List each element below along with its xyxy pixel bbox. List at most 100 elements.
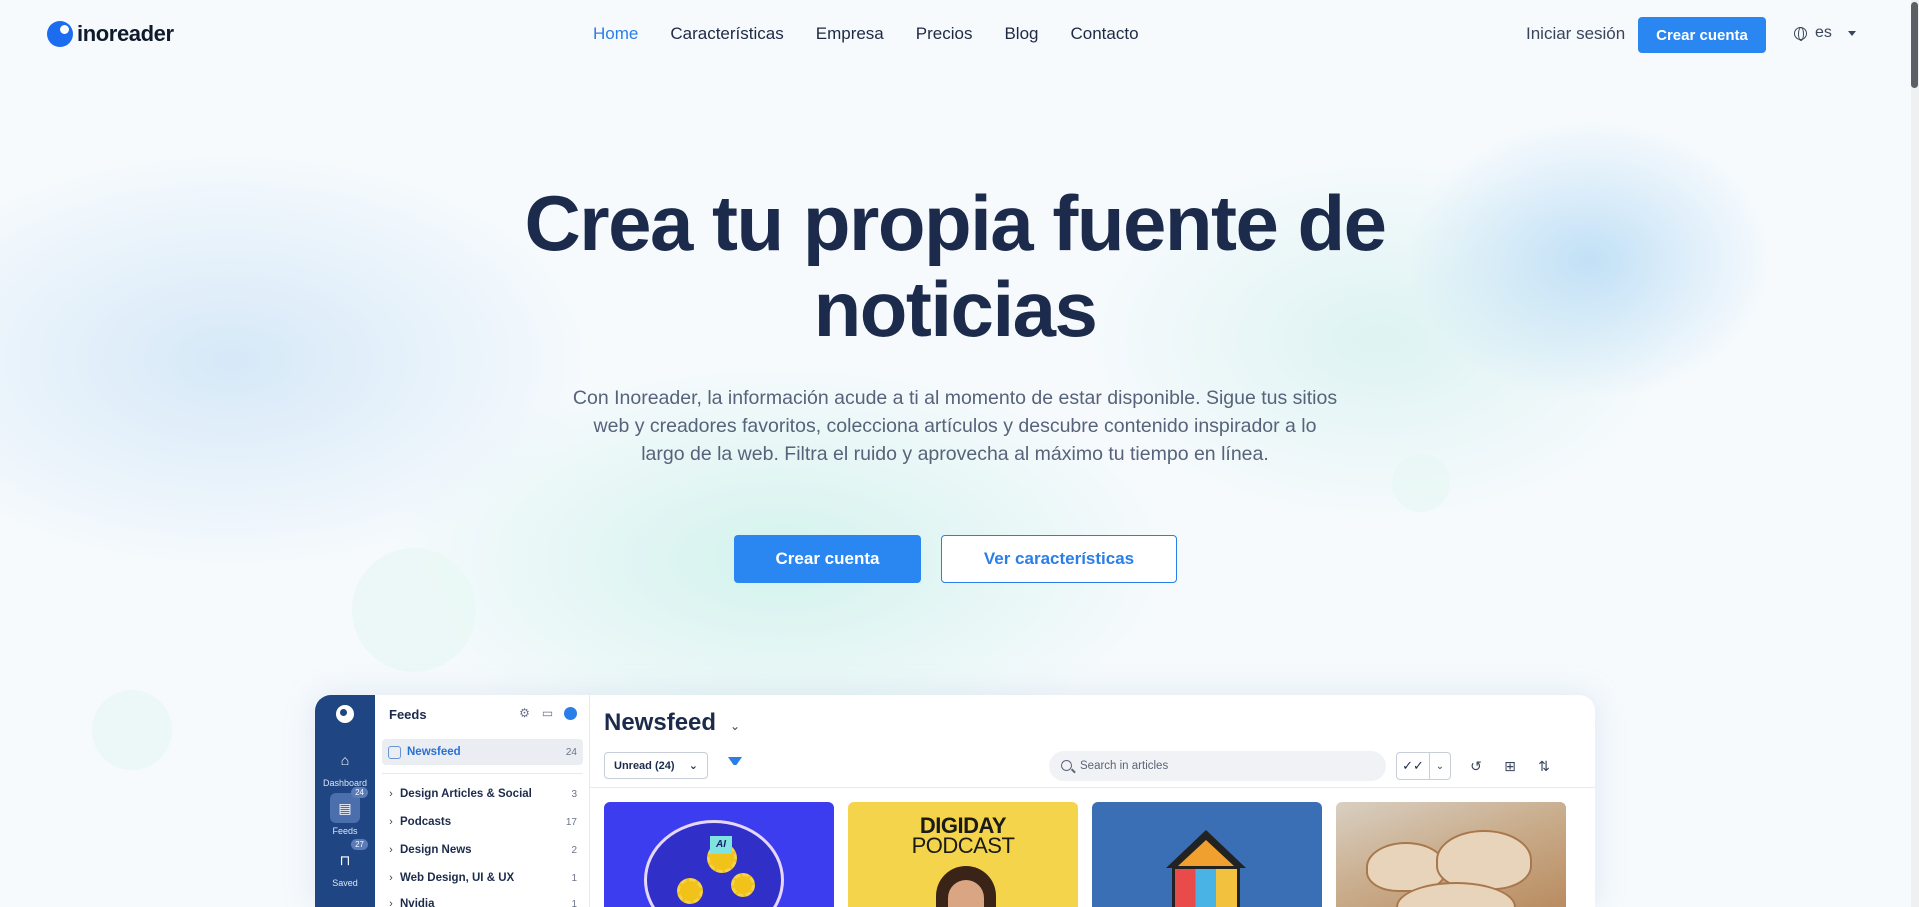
decorative-bubble: [1392, 454, 1450, 512]
search-placeholder: Search in articles: [1080, 760, 1169, 772]
folder-item[interactable]: › Nvidia 1: [382, 891, 583, 907]
folder-item[interactable]: › Design Articles & Social 3: [382, 781, 583, 807]
scrollbar-thumb[interactable]: [1911, 2, 1918, 88]
layout-grid-icon[interactable]: ⊞: [1501, 757, 1519, 775]
folder-name: Design News: [400, 844, 472, 856]
folder-count: 17: [565, 816, 577, 828]
chevron-right-icon[interactable]: ›: [382, 844, 400, 856]
nav-pricing[interactable]: Precios: [916, 24, 973, 44]
mark-read-button[interactable]: ✓✓ ⌄: [1396, 752, 1451, 780]
chevron-right-icon[interactable]: ›: [382, 816, 400, 828]
chevron-down-icon[interactable]: ⌄: [1430, 753, 1450, 779]
folder-count: 1: [571, 872, 577, 884]
folder-name: Podcasts: [400, 816, 452, 828]
hero-subtitle: Con Inoreader, la información acude a ti…: [572, 387, 1338, 465]
nav-blog[interactable]: Blog: [1004, 24, 1038, 44]
double-check-icon[interactable]: ✓✓: [1397, 753, 1430, 779]
hero-title: Crea tu propia fuente de noticias: [524, 179, 1387, 353]
chevron-down-icon[interactable]: ⌄: [730, 719, 740, 733]
newsfeed-icon: [388, 745, 401, 759]
folder-item[interactable]: › Design News 2: [382, 837, 583, 863]
nav-company[interactable]: Empresa: [816, 24, 884, 44]
article-card[interactable]: [1092, 802, 1322, 907]
ai-chip-label: AI: [710, 836, 732, 854]
menu-icon[interactable]: [564, 707, 577, 720]
saved-badge: 27: [351, 839, 368, 850]
logo[interactable]: inoreader: [47, 21, 174, 47]
article-search-input[interactable]: Search in articles: [1049, 751, 1386, 781]
decorative-bubble: [92, 690, 172, 770]
article-card[interactable]: [1336, 802, 1566, 907]
site-header: inoreader Home Características Empresa P…: [0, 0, 1911, 70]
ai-brain-illustration: [644, 820, 784, 907]
divider: [382, 773, 583, 774]
roof-shape: [1166, 830, 1246, 868]
folder-name: Web Design, UI & UX: [400, 872, 515, 884]
folder-add-icon[interactable]: ▭: [541, 707, 554, 720]
rail-item-saved[interactable]: ⊓ 27 Saved: [315, 839, 375, 888]
chevron-right-icon[interactable]: ›: [382, 872, 400, 884]
gear-icon: [731, 873, 755, 897]
hero-signup-button[interactable]: Crear cuenta: [734, 535, 921, 583]
feed-item-newsfeed[interactable]: Newsfeed 24: [382, 739, 583, 765]
feeds-title: Feeds: [389, 707, 427, 722]
rail-item-dashboard[interactable]: ⌂ Dashboard: [315, 745, 375, 788]
architecture-shape: [1436, 830, 1532, 890]
app-logo-icon: [336, 705, 354, 723]
language-label: es: [1815, 24, 1832, 41]
nav-home[interactable]: Home: [593, 24, 638, 44]
unread-filter-label: Unread (24): [614, 759, 675, 772]
app-sidebar-rail: ⌂ Dashboard ▤ 24 Feeds ⊓ 27 Saved: [315, 695, 375, 907]
article-card[interactable]: AI: [604, 802, 834, 907]
folder-name: Design Articles & Social: [400, 788, 532, 800]
folder-item[interactable]: › Web Design, UI & UX 1: [382, 865, 583, 891]
nav-contact[interactable]: Contacto: [1070, 24, 1138, 44]
main-nav: Home Características Empresa Precios Blo…: [593, 24, 1139, 44]
logo-icon: [47, 21, 73, 47]
chevron-right-icon[interactable]: ›: [382, 898, 400, 907]
podcast-host-photo: [936, 866, 996, 907]
article-card[interactable]: DIGIDAY PODCAST: [848, 802, 1078, 907]
chevron-down-icon: [1847, 30, 1856, 36]
divider: [590, 787, 1595, 788]
newsfeed-title[interactable]: Newsfeed: [604, 709, 716, 737]
language-selector[interactable]: es: [1794, 24, 1856, 42]
signin-link[interactable]: Iniciar sesión: [1526, 24, 1625, 44]
folder-name: Nvidia: [400, 898, 435, 907]
article-list: Newsfeed ⌄ Unread (24) ⌄ Search in artic…: [590, 695, 1595, 907]
chevron-right-icon[interactable]: ›: [382, 788, 400, 800]
feed-count: 24: [565, 746, 577, 758]
folder-item[interactable]: › Podcasts 17: [382, 809, 583, 835]
folder-count: 1: [571, 898, 577, 907]
app-preview: ⌂ Dashboard ▤ 24 Feeds ⊓ 27 Saved Feeds ⚙ …: [315, 695, 1595, 907]
filter-icon[interactable]: [728, 757, 742, 772]
podcast-subtitle: PODCAST: [911, 833, 1015, 858]
feeds-icon: ▤ 24: [330, 787, 368, 823]
logo-text: inoreader: [77, 21, 174, 46]
search-icon: [1061, 760, 1072, 771]
puzzle-house-illustration: [1160, 830, 1252, 907]
folder-count: 2: [571, 844, 577, 856]
header-signup-button[interactable]: Crear cuenta: [1638, 17, 1766, 53]
sort-icon[interactable]: ⇅: [1535, 757, 1553, 775]
feed-name: Newsfeed: [407, 746, 461, 758]
rail-label: Feeds: [332, 826, 358, 836]
unread-filter-dropdown[interactable]: Unread (24) ⌄: [604, 752, 708, 779]
rail-item-feeds[interactable]: ▤ 24 Feeds: [315, 787, 375, 836]
bookmark-icon: ⊓ 27: [330, 839, 368, 875]
folder-count: 3: [571, 788, 577, 800]
feeds-panel: Feeds ⚙ ▭ Newsfeed 24 › Design Articles …: [375, 695, 590, 907]
home-icon: ⌂: [340, 752, 350, 768]
gear-icon[interactable]: ⚙: [518, 707, 531, 720]
feeds-badge: 24: [351, 787, 368, 798]
puzzle-walls: [1172, 866, 1240, 907]
gear-icon: [677, 878, 703, 904]
rail-label: Saved: [332, 878, 358, 888]
nav-features[interactable]: Características: [670, 24, 783, 44]
feeds-toolbar: ⚙ ▭: [518, 707, 577, 720]
page-scrollbar[interactable]: [1911, 0, 1919, 907]
see-features-button[interactable]: Ver características: [941, 535, 1177, 583]
podcast-cover-title: DIGIDAY PODCAST: [848, 815, 1078, 858]
refresh-icon[interactable]: ↺: [1467, 757, 1485, 775]
decorative-bubble: [352, 548, 476, 672]
